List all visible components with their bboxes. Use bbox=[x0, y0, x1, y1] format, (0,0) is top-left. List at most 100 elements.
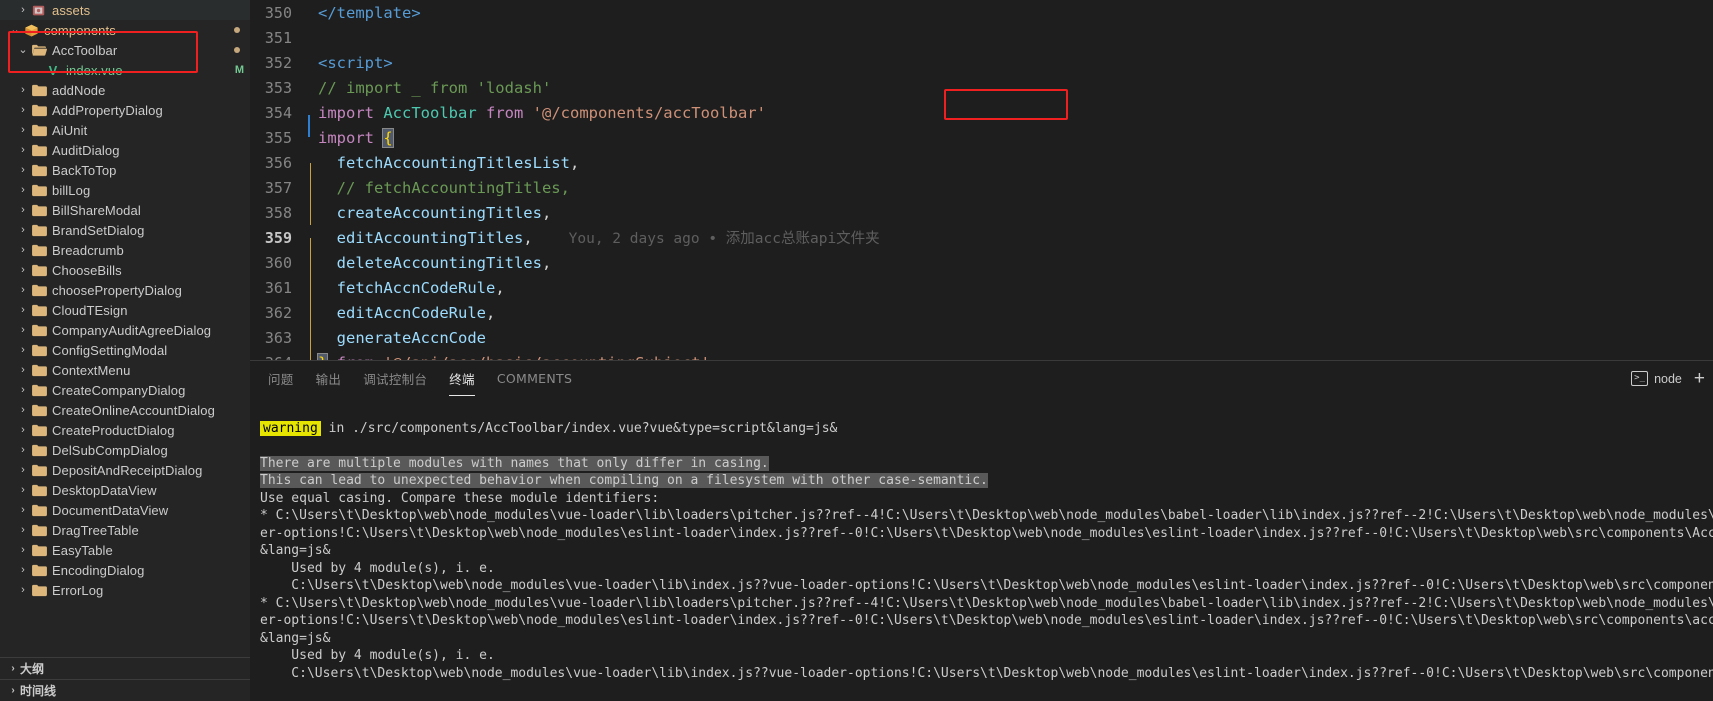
code-line[interactable]: 353// import _ from 'lodash' bbox=[250, 75, 1713, 100]
chevron-right-icon[interactable]: › bbox=[16, 460, 30, 480]
chevron-right-icon[interactable]: › bbox=[16, 560, 30, 580]
chevron-down-icon[interactable]: ⌄ bbox=[8, 20, 22, 40]
code-line[interactable]: 361 fetchAccnCodeRule, bbox=[250, 275, 1713, 300]
code-line[interactable]: 354import AccToolbar from '@/components/… bbox=[250, 100, 1713, 125]
chevron-right-icon[interactable]: › bbox=[16, 280, 30, 300]
chevron-right-icon[interactable]: › bbox=[16, 400, 30, 420]
terminal-line: Used by 4 module(s), i. e. bbox=[260, 560, 1713, 578]
tree-item-folder[interactable]: ›billLog bbox=[0, 180, 250, 200]
folder-icon bbox=[30, 544, 48, 557]
tree-item-file[interactable]: Vindex.vueM bbox=[0, 60, 250, 80]
line-number: 352 bbox=[250, 54, 306, 72]
tree-item-label: ChooseBills bbox=[48, 263, 122, 278]
terminal-output[interactable]: warning in ./src/components/AccToolbar/i… bbox=[250, 396, 1713, 701]
tree-item-folder[interactable]: ⌄AccToolbar bbox=[0, 40, 250, 60]
chevron-right-icon[interactable]: › bbox=[16, 180, 30, 200]
chevron-right-icon[interactable]: › bbox=[16, 420, 30, 440]
chevron-right-icon[interactable]: › bbox=[16, 320, 30, 340]
tree-item-folder[interactable]: ›ContextMenu bbox=[0, 360, 250, 380]
chevron-right-icon[interactable]: › bbox=[16, 260, 30, 280]
chevron-down-icon[interactable]: ⌄ bbox=[16, 40, 30, 60]
terminal-selector[interactable]: >_ node bbox=[1631, 371, 1682, 386]
tree-item-label: index.vue bbox=[62, 63, 123, 78]
panel-tab[interactable]: 终端 bbox=[449, 361, 475, 396]
modified-dot-badge bbox=[234, 27, 240, 33]
panel-tab[interactable]: 问题 bbox=[268, 361, 294, 396]
tree-item-folder[interactable]: ›CreateOnlineAccountDialog bbox=[0, 400, 250, 420]
panel-tab[interactable]: COMMENTS bbox=[497, 361, 572, 396]
code-line[interactable]: 364} from '@/api/acc/basic/accountingSub… bbox=[250, 350, 1713, 360]
panel-tab-bar[interactable]: 问题输出调试控制台终端 COMMENTS >_ node + bbox=[250, 361, 1713, 396]
outline-panel-header[interactable]: › 大纲 bbox=[0, 657, 250, 679]
chevron-right-icon[interactable]: › bbox=[16, 580, 30, 600]
tree-item-folder[interactable]: ›DelSubCompDialog bbox=[0, 440, 250, 460]
tree-item-folder[interactable]: ›ErrorLog bbox=[0, 580, 250, 600]
code-line[interactable]: 352<script> bbox=[250, 50, 1713, 75]
terminal-text: er-options!C:\Users\t\Desktop\web\node_m… bbox=[260, 526, 1713, 541]
tree-item-folder[interactable]: ›CloudTEsign bbox=[0, 300, 250, 320]
tree-item-label: ConfigSettingModal bbox=[48, 343, 167, 358]
tree-item-folder[interactable]: ›DocumentDataView bbox=[0, 500, 250, 520]
tree-item-folder[interactable]: ›DepositAndReceiptDialog bbox=[0, 460, 250, 480]
tree-item-folder[interactable]: ›AiUnit bbox=[0, 120, 250, 140]
terminal-line: warning in ./src/components/AccToolbar/i… bbox=[260, 420, 1713, 438]
chevron-right-icon[interactable]: › bbox=[16, 0, 30, 20]
code-editor[interactable]: 350</template> 351 352<script>353// import… bbox=[250, 0, 1713, 360]
tree-item-folder[interactable]: ›addNode bbox=[0, 80, 250, 100]
tree-item-folder[interactable]: ›DragTreeTable bbox=[0, 520, 250, 540]
tree-item-folder[interactable]: ›EasyTable bbox=[0, 540, 250, 560]
code-line[interactable]: 351 bbox=[250, 25, 1713, 50]
tree-item-folder[interactable]: ›choosePropertyDialog bbox=[0, 280, 250, 300]
chevron-right-icon[interactable]: › bbox=[16, 200, 30, 220]
folder-icon bbox=[30, 424, 48, 437]
chevron-right-icon[interactable]: › bbox=[16, 500, 30, 520]
tree-item-folder[interactable]: › ConfigSettingModal bbox=[0, 340, 250, 360]
chevron-right-icon[interactable]: › bbox=[16, 520, 30, 540]
tree-item-folder[interactable]: ›EncodingDialog bbox=[0, 560, 250, 580]
chevron-right-icon[interactable]: › bbox=[16, 340, 30, 360]
chevron-right-icon[interactable]: › bbox=[16, 220, 30, 240]
tree-item-folder[interactable]: ›DesktopDataView bbox=[0, 480, 250, 500]
chevron-right-icon[interactable]: › bbox=[16, 140, 30, 160]
code-line[interactable]: 356 fetchAccountingTitlesList, bbox=[250, 150, 1713, 175]
tree-item-folder[interactable]: ›BackToTop bbox=[0, 160, 250, 180]
tree-item-folder[interactable]: ›CompanyAuditAgreeDialog bbox=[0, 320, 250, 340]
terminal-line bbox=[260, 437, 1713, 455]
tree-item-folder[interactable]: ›assets bbox=[0, 0, 250, 20]
tree-item-folder[interactable]: ›CreateCompanyDialog bbox=[0, 380, 250, 400]
panel-tab[interactable]: 输出 bbox=[316, 361, 342, 396]
terminal-line: * C:\Users\t\Desktop\web\node_modules\vu… bbox=[260, 595, 1713, 613]
timeline-panel-header[interactable]: › 时间线 bbox=[0, 679, 250, 701]
tree-item-folder[interactable]: › ChooseBills bbox=[0, 260, 250, 280]
chevron-right-icon[interactable]: › bbox=[16, 480, 30, 500]
tree-item-folder[interactable]: ›Breadcrumb bbox=[0, 240, 250, 260]
code-line[interactable]: 350</template> bbox=[250, 0, 1713, 25]
tree-item-folder[interactable]: ›AuditDialog bbox=[0, 140, 250, 160]
new-terminal-button[interactable]: + bbox=[1692, 369, 1707, 388]
chevron-right-icon[interactable]: › bbox=[16, 300, 30, 320]
code-line[interactable]: 357 // fetchAccountingTitles, bbox=[250, 175, 1713, 200]
chevron-right-icon[interactable]: › bbox=[16, 440, 30, 460]
code-line[interactable]: 358 createAccountingTitles, bbox=[250, 200, 1713, 225]
tree-item-folder[interactable]: ›AddPropertyDialog bbox=[0, 100, 250, 120]
chevron-right-icon[interactable]: › bbox=[16, 380, 30, 400]
code-line[interactable]: 362 editAccnCodeRule, bbox=[250, 300, 1713, 325]
file-tree[interactable]: ›assets⌄components⌄AccToolbarVindex.vueM… bbox=[0, 0, 250, 657]
chevron-right-icon[interactable]: › bbox=[16, 240, 30, 260]
line-number: 351 bbox=[250, 29, 306, 47]
panel-tab[interactable]: 调试控制台 bbox=[363, 361, 427, 396]
tree-item-folder[interactable]: ›BrandSetDialog bbox=[0, 220, 250, 240]
tree-item-folder[interactable]: ⌄components bbox=[0, 20, 250, 40]
code-line[interactable]: 360 deleteAccountingTitles, bbox=[250, 250, 1713, 275]
code-line[interactable]: 359 editAccountingTitles,You, 2 days ago… bbox=[250, 225, 1713, 250]
tree-item-folder[interactable]: ›BillShareModal bbox=[0, 200, 250, 220]
chevron-right-icon[interactable]: › bbox=[16, 160, 30, 180]
tree-item-folder[interactable]: ›CreateProductDialog bbox=[0, 420, 250, 440]
chevron-right-icon[interactable]: › bbox=[16, 80, 30, 100]
chevron-right-icon[interactable]: › bbox=[16, 360, 30, 380]
chevron-right-icon[interactable]: › bbox=[16, 120, 30, 140]
code-line[interactable]: 355import { bbox=[250, 125, 1713, 150]
chevron-right-icon[interactable]: › bbox=[16, 540, 30, 560]
code-line[interactable]: 363 generateAccnCode bbox=[250, 325, 1713, 350]
chevron-right-icon[interactable]: › bbox=[16, 100, 30, 120]
